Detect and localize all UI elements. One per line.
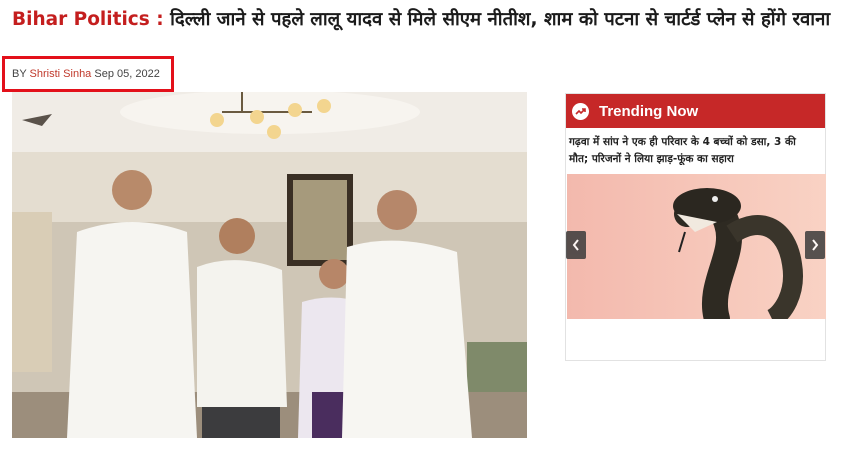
trending-header: Trending Now [566,94,825,128]
trending-item-image[interactable] [567,174,826,319]
carousel-prev-button[interactable] [566,231,586,259]
publish-date: Sep 05, 2022 [94,68,160,80]
carousel-next-button[interactable] [805,231,825,259]
category-tag[interactable]: Bihar Politics : [12,9,164,30]
snake-image [567,174,826,319]
byline: BY Shristi Sinha Sep 05, 2022 [12,68,160,80]
trending-up-icon [572,102,589,120]
trending-widget: Trending Now गढ़वा में सांप ने एक ही परि… [565,93,826,361]
trending-item-title[interactable]: गढ़वा में सांप ने एक ही परिवार के 4 बच्च… [566,128,825,172]
by-label: BY [12,68,27,80]
article-headline: Bihar Politics : दिल्ली जाने से पहले लाल… [12,6,838,56]
article-photo-illustration [12,92,527,438]
chevron-right-icon [812,239,819,251]
headline-text: दिल्ली जाने से पहले लालू यादव से मिले सी… [170,9,831,30]
trending-title: Trending Now [599,102,699,120]
chevron-left-icon [572,239,579,251]
article-photo [12,92,527,438]
author-link[interactable]: Shristi Sinha [30,68,92,80]
